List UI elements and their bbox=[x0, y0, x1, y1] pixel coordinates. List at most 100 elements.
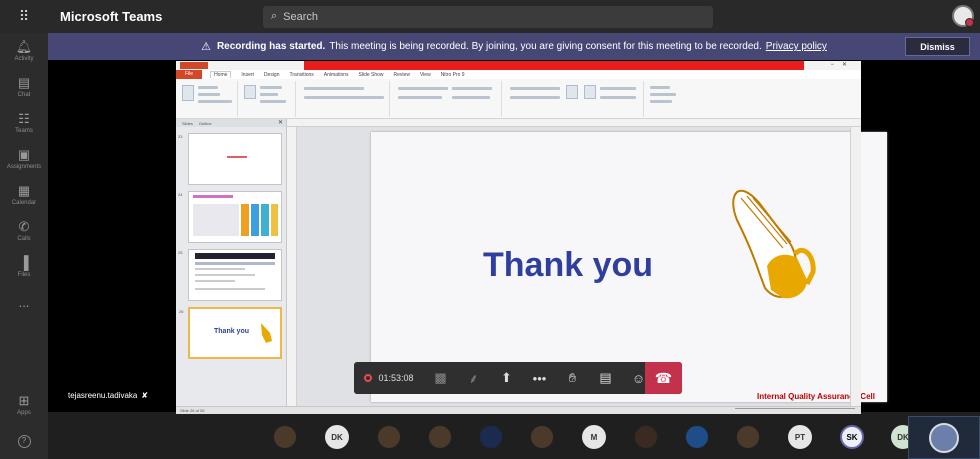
chat-button[interactable]: ▤ bbox=[589, 362, 622, 394]
rail-label: Calendar bbox=[11, 200, 37, 206]
ppt-tab-design[interactable]: Design bbox=[264, 72, 280, 78]
raise-hand-button[interactable]: ✋︎ bbox=[556, 362, 589, 394]
slide-number: 25 bbox=[178, 250, 183, 255]
self-video-tile[interactable] bbox=[908, 416, 980, 459]
rail-item-calls[interactable]: ✆ Calls bbox=[0, 213, 48, 249]
ppt-tab-home[interactable]: Home bbox=[210, 71, 232, 78]
rail-item-apps[interactable]: ⊞ Apps bbox=[0, 387, 48, 423]
timer-text: 01:53:08 bbox=[378, 373, 414, 383]
pane-tab-slides[interactable]: Slides bbox=[182, 121, 193, 126]
rail-label: Apps bbox=[17, 410, 31, 416]
slide-thumbnail[interactable]: 25 bbox=[178, 249, 282, 301]
more-icon: ... bbox=[18, 295, 30, 310]
close-icon[interactable]: ✕ bbox=[278, 119, 283, 126]
ppt-tab-animations[interactable]: Animations bbox=[324, 72, 349, 78]
slide-scrollbar[interactable] bbox=[850, 127, 861, 406]
participant-avatar[interactable] bbox=[685, 425, 709, 449]
ppt-ribbon bbox=[176, 79, 861, 119]
pane-tab-outline[interactable]: Outline bbox=[199, 121, 212, 126]
rail-item-teams[interactable]: ☷ Teams bbox=[0, 105, 48, 141]
teams-icon: ☷ bbox=[18, 111, 30, 126]
zoom-slider[interactable] bbox=[735, 408, 855, 413]
participant-avatar[interactable] bbox=[377, 425, 401, 449]
help-icon: ? bbox=[17, 434, 31, 448]
slide-number: 26 bbox=[179, 309, 184, 314]
rail-label: Assignments bbox=[6, 164, 42, 170]
share-button[interactable]: ⬆ bbox=[490, 362, 523, 394]
rail-item-activity[interactable]: 🔔︎ Activity bbox=[0, 33, 48, 69]
participant-avatar[interactable] bbox=[736, 425, 760, 449]
participant-avatar[interactable] bbox=[428, 425, 452, 449]
camera-off-icon: ▩ bbox=[434, 370, 447, 385]
self-avatar bbox=[929, 422, 959, 453]
participant-avatar[interactable]: PT bbox=[788, 425, 812, 449]
bell-icon: 🔔︎ bbox=[15, 39, 33, 54]
left-rail: 🔔︎ Activity ▤ Chat ☷ Teams ▣ Assignments… bbox=[0, 33, 48, 459]
app-title: Microsoft Teams bbox=[60, 9, 163, 24]
ppt-tab-nitro[interactable]: Nitro Pro 9 bbox=[441, 72, 465, 78]
rail-item-files[interactable]: ▐ Files bbox=[0, 249, 48, 285]
participant-avatar[interactable] bbox=[479, 425, 503, 449]
profile-avatar[interactable] bbox=[952, 5, 974, 27]
hang-up-button[interactable]: ☎ bbox=[645, 362, 682, 394]
search-placeholder: Search bbox=[283, 10, 319, 23]
quick-access-toolbar bbox=[180, 62, 208, 69]
banner-bold: Recording has started. bbox=[216, 41, 326, 52]
share-icon: ⬆ bbox=[501, 370, 512, 385]
new-slide-icon bbox=[244, 85, 256, 99]
rail-label: Activity bbox=[14, 56, 34, 62]
rail-item-more[interactable]: ... bbox=[0, 285, 48, 321]
thumb-table-graphic bbox=[193, 195, 278, 236]
recording-icon bbox=[364, 374, 373, 382]
camera-off-button[interactable]: ▩ bbox=[424, 362, 457, 394]
mic-off-button[interactable]: ⸙ bbox=[457, 362, 490, 394]
praying-hands-icon bbox=[261, 323, 272, 343]
rail-item-help[interactable]: ? bbox=[0, 423, 48, 459]
ribbon-group-drawing bbox=[504, 81, 644, 117]
call-timer: 01:53:08 bbox=[354, 362, 424, 394]
recording-strip bbox=[304, 61, 804, 70]
ppt-tab-file[interactable]: File bbox=[176, 70, 203, 79]
files-icon: ▐ bbox=[19, 255, 29, 270]
rail-label: Teams bbox=[15, 128, 33, 134]
ppt-tab-review[interactable]: Review bbox=[394, 72, 410, 78]
meeting-stage: −✕ File Home Insert Design Transitions A… bbox=[48, 60, 980, 414]
banner-text: This meeting is being recorded. By joini… bbox=[329, 41, 762, 52]
mic-off-icon: ✘ bbox=[141, 391, 149, 400]
rail-item-calendar[interactable]: ▦ Calendar bbox=[0, 177, 48, 213]
participant-avatar[interactable] bbox=[530, 425, 554, 449]
arrange-icon bbox=[566, 85, 578, 99]
privacy-policy-link[interactable]: Privacy policy bbox=[766, 41, 827, 52]
participant-avatar[interactable] bbox=[634, 425, 658, 449]
slide-thumbnail[interactable]: 23 bbox=[178, 133, 282, 185]
participants-icon: ☺ bbox=[631, 370, 646, 386]
ppt-tab-insert[interactable]: Insert bbox=[241, 72, 254, 78]
slide-number: 24 bbox=[178, 192, 183, 197]
ribbon-group-editing bbox=[646, 81, 686, 117]
search-input[interactable]: ⌕ Search bbox=[263, 5, 713, 28]
dismiss-button[interactable]: Dismiss bbox=[905, 37, 970, 56]
rail-item-assignments[interactable]: ▣ Assignments bbox=[0, 141, 48, 177]
paste-icon bbox=[182, 85, 194, 101]
ribbon-group-slides bbox=[240, 81, 296, 117]
rail-item-chat[interactable]: ▤ Chat bbox=[0, 69, 48, 105]
praying-hands-icon bbox=[732, 189, 816, 299]
recording-banner: ⚠ Recording has started. This meeting is… bbox=[48, 33, 980, 60]
ppt-tab-view[interactable]: View bbox=[420, 72, 431, 78]
slide-thumbnail-selected[interactable]: 26 Thank you bbox=[179, 307, 282, 359]
participant-avatar[interactable] bbox=[273, 425, 297, 449]
search-icon: ⌕ bbox=[271, 10, 278, 22]
hang-up-icon: ☎ bbox=[654, 369, 673, 386]
more-actions-button[interactable]: ••• bbox=[523, 362, 556, 394]
rail-label: Calls bbox=[17, 236, 31, 242]
ppt-tab-transitions[interactable]: Transitions bbox=[290, 72, 314, 78]
mic-off-icon: ⸙ bbox=[468, 371, 479, 386]
slide-thumbnail[interactable]: 24 bbox=[178, 191, 282, 243]
participant-avatar[interactable]: M bbox=[582, 425, 606, 449]
app-launcher-icon[interactable]: ⠿ bbox=[0, 0, 48, 33]
participant-avatar[interactable]: DK bbox=[325, 425, 349, 449]
participant-avatar[interactable]: SK bbox=[840, 425, 864, 449]
ppt-tab-slideshow[interactable]: Slide Show bbox=[359, 72, 384, 78]
thumb-title: Thank you bbox=[214, 328, 250, 335]
status-slide-count: Slide 26 of 26 bbox=[180, 408, 205, 413]
